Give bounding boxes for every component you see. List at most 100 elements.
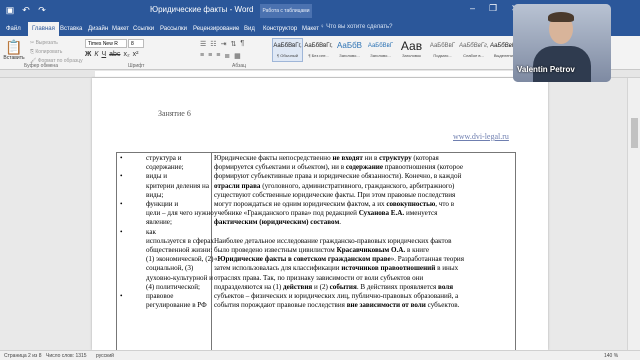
align-left-icon[interactable]: ≡ (200, 52, 204, 60)
clipboard-actions: ✂ Вырезать ⎘ Копировать 🖌 Формат по обра… (30, 39, 83, 66)
bold-run: Суханова Е.А. (358, 209, 405, 218)
tab-file[interactable]: Файл (6, 22, 21, 36)
zoom-level[interactable]: 140 % (604, 353, 618, 359)
justify-icon[interactable]: ≣ (224, 52, 230, 60)
copy-button[interactable]: ⎘ Копировать (30, 48, 83, 57)
tab-layout[interactable]: Макет (112, 22, 129, 36)
scrollbar-thumb[interactable] (631, 118, 638, 148)
left-row: • виды и (120, 172, 210, 181)
shading-icon[interactable]: ▦ (234, 52, 241, 60)
bold-run: Красавчиковым О.А. (336, 246, 406, 255)
table-left-column[interactable]: • структура и содержание; • виды и критерии д… (120, 154, 214, 310)
save-icon[interactable]: ▣ (4, 4, 16, 16)
text-line: формируется субъектами и объектом), ни в… (214, 163, 464, 172)
tab-table-design[interactable]: Конструктор (263, 22, 297, 36)
undo-icon[interactable]: ↶ (20, 4, 32, 16)
tell-me-search[interactable]: ♀ Что вы хотите сделать? (320, 24, 393, 30)
italic-button[interactable]: К (94, 51, 98, 58)
paragraph-group-label: Абзац (232, 63, 247, 69)
left-row: общественной жизни: (120, 246, 213, 255)
tab-table-layout[interactable]: Макет (302, 22, 319, 36)
text-line: учебнике «Гражданского права» под редакц… (214, 209, 438, 218)
left-row: • функции и (120, 200, 210, 209)
tab-mailings[interactable]: Рассылки (160, 22, 187, 36)
vertical-scrollbar[interactable] (627, 78, 640, 350)
style-normal[interactable]: АаБбВвГг, ¶ Обычный (272, 38, 303, 62)
left-row-text: используется в сферах (146, 236, 214, 245)
minimize-icon[interactable]: – (470, 3, 475, 14)
bold-run: фактическим (юридическим) составом (214, 218, 340, 227)
cut-button[interactable]: ✂ Вырезать (30, 39, 83, 48)
bold-run: содержание (345, 163, 384, 172)
content-table: • структура и содержание; • виды и критерии д… (116, 152, 516, 351)
document-canvas: Занятие 6 www.dvi-legal.ru • структура ис… (0, 78, 640, 351)
left-row-text: общественной жизни: (146, 246, 213, 255)
tab-review[interactable]: Рецензирование (193, 22, 239, 36)
status-bar: Страница 2 из 8 Число слов: 1315 русский… (0, 350, 640, 360)
left-row: (4) политической; (120, 283, 210, 292)
style-heading-1[interactable]: АаБбВ Заголово... (334, 38, 365, 62)
style-no-spacing[interactable]: АаБбВвГг, ¶ Без инт... (303, 38, 334, 62)
restore-icon[interactable]: ❐ (489, 3, 497, 14)
window-controls: – ❐ ✕ (470, 3, 519, 14)
pilcrow-icon[interactable]: ¶ (240, 40, 244, 48)
superscript-button[interactable]: x² (133, 51, 139, 58)
subscript-button[interactable]: x₂ (123, 51, 129, 58)
bold-button[interactable]: Ж (85, 51, 91, 58)
tab-view[interactable]: Вид (244, 22, 255, 36)
align-right-icon[interactable]: ≡ (216, 52, 220, 60)
left-row: регулирование в РФ (120, 301, 210, 310)
lesson-title: Занятие 6 (158, 109, 191, 118)
word-count[interactable]: Число слов: 1315 (46, 353, 87, 359)
indent-icon[interactable]: ⇥ (221, 40, 227, 48)
left-row-text: (1) экономической, (2) (146, 255, 214, 264)
presenter-name: Valentin Petrov (517, 65, 575, 74)
clipboard-group-label: Буфер обмена (24, 63, 58, 69)
left-row: • правовое (120, 292, 210, 301)
tab-references[interactable]: Ссылки (133, 22, 154, 36)
text-line: Наиболее детальное исследование гражданс… (214, 236, 452, 245)
underline-button[interactable]: Ч (101, 51, 106, 58)
ruler-track[interactable] (95, 71, 520, 77)
text-line: субъектов – физических и юридических лиц… (214, 292, 459, 301)
text-line: существуют собственные юридические факты… (214, 190, 456, 199)
site-link[interactable]: www.dvi-legal.ru (453, 132, 509, 141)
page-count[interactable]: Страница 2 из 8 (4, 353, 41, 359)
strikethrough-button[interactable]: abc (109, 51, 120, 58)
paragraph-row-2: ≡ ≡ ≡ ≣ ▦ (200, 52, 241, 60)
redo-icon[interactable]: ↷ (36, 4, 48, 16)
left-row-text: как (146, 227, 156, 236)
bullet-icon: • (120, 172, 123, 181)
left-row-text: содержание; (146, 163, 184, 172)
style-subtle-emphasis[interactable]: АаБбВвГг, Слабое в... (458, 38, 489, 62)
style-subtitle[interactable]: АаБбВвГ Подзаго... (427, 38, 458, 62)
sort-icon[interactable]: ⇅ (230, 40, 236, 48)
bold-run: вне зависимости от воли (346, 301, 426, 310)
text-line: могут порождаться не одним юридическим ф… (214, 200, 455, 209)
tab-insert[interactable]: Вставка (60, 22, 82, 36)
bullets-icon[interactable]: ☰ (200, 40, 206, 48)
paste-button[interactable]: 📋 Вставить (3, 39, 25, 61)
left-row: виды; (120, 191, 210, 200)
language-indicator[interactable]: русский (96, 353, 114, 359)
style-heading-2[interactable]: АаБбВвГ Заголово... (365, 38, 396, 62)
left-row-text: (4) политической; (146, 282, 200, 291)
numbering-icon[interactable]: ☷ (210, 40, 216, 48)
align-center-icon[interactable]: ≡ (208, 52, 212, 60)
bold-run: события (329, 282, 357, 291)
presenter-body (533, 46, 591, 82)
font-name-select[interactable]: Times New R (85, 39, 127, 48)
tab-home[interactable]: Главная (28, 22, 59, 36)
left-row-text: явление; (146, 218, 172, 227)
tab-design[interactable]: Дизайн (88, 22, 108, 36)
style-title[interactable]: Аав Заголовок (396, 38, 427, 62)
bullet-icon: • (120, 292, 123, 301)
document-page[interactable]: Занятие 6 www.dvi-legal.ru • структура ис… (92, 78, 548, 351)
presenter-hair (548, 12, 574, 22)
bold-run: действия (283, 282, 313, 291)
bold-run: источников правоотношений (341, 264, 436, 273)
table-right-column[interactable]: Юридические факты непосредственно не вхо… (214, 154, 514, 310)
font-size-select[interactable]: 8 (128, 39, 144, 48)
left-row: цели – для чего нужно (120, 209, 214, 218)
left-row-text: социальной, (3) (146, 264, 194, 273)
